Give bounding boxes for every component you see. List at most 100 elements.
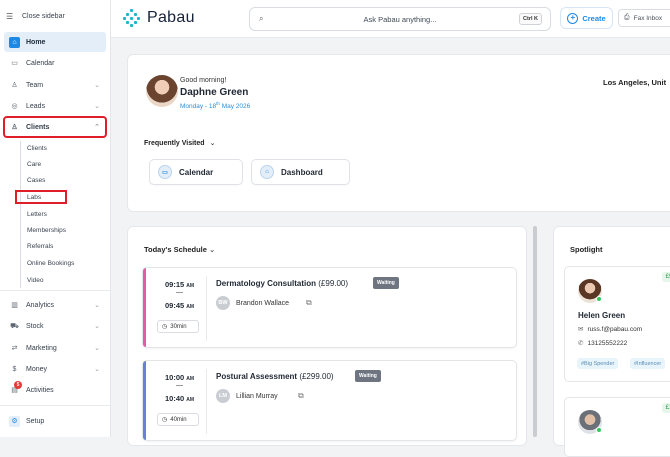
clock-icon: ◷ bbox=[162, 324, 168, 330]
chevron-down-icon: ⌄ bbox=[94, 82, 100, 89]
duration-badge: ◷ 30min bbox=[157, 320, 199, 333]
chevron-down-icon: ⌄ bbox=[209, 245, 216, 254]
tag-chip: #Influencer bbox=[630, 358, 666, 369]
chevron-down-icon: ⌄ bbox=[94, 323, 100, 330]
dashboard-icon: ⌂ bbox=[260, 165, 274, 179]
quick-link-dashboard-label: Dashboard bbox=[281, 167, 323, 177]
menu-icon: ☰ bbox=[6, 12, 14, 21]
shortcut-hint: Ctrl K bbox=[519, 13, 542, 25]
brand-name: Pabau bbox=[147, 9, 195, 26]
time-separator: — bbox=[176, 382, 183, 389]
nav-stock[interactable]: ⛟ Stock ⌄ bbox=[4, 316, 106, 336]
nav-setup[interactable]: ⚙ Setup bbox=[4, 411, 106, 431]
client-avatar: LM bbox=[216, 389, 230, 403]
appointment-accent bbox=[143, 361, 146, 440]
frequently-visited-toggle[interactable]: Frequently Visited ⌄ bbox=[144, 139, 215, 147]
brand-logo[interactable]: Pabau bbox=[123, 9, 195, 27]
greeting-card: Good morning! Daphne Green Monday - 18th… bbox=[127, 54, 670, 212]
nav-calendar[interactable]: ▭ Calendar bbox=[4, 53, 106, 73]
client-name: Helen Green bbox=[578, 311, 626, 320]
sub-video[interactable]: Video bbox=[27, 277, 44, 284]
client-avatar: BW bbox=[216, 296, 230, 310]
sub-letters[interactable]: Letters bbox=[27, 211, 47, 218]
online-indicator bbox=[596, 296, 602, 302]
topbar: Pabau ⌕ Ask Pabau anything... Ctrl K + C… bbox=[111, 0, 670, 38]
sub-care[interactable]: Care bbox=[27, 161, 41, 168]
nav-home[interactable]: ⌂ Home bbox=[4, 32, 106, 52]
greeting-salutation: Good morning! bbox=[180, 77, 227, 84]
nav-home-label: Home bbox=[26, 38, 46, 46]
time-separator: — bbox=[176, 289, 183, 296]
appointment-service: Postural Assessment (£299.00) bbox=[216, 372, 334, 381]
nav-analytics[interactable]: ▥ Analytics ⌄ bbox=[4, 295, 106, 315]
sub-memberships[interactable]: Memberships bbox=[27, 227, 66, 234]
schedule-title: Today's Schedule bbox=[144, 245, 207, 254]
nav-money-label: Money bbox=[26, 365, 48, 373]
spotlight-person-card[interactable]: £160 bbox=[564, 397, 670, 457]
client-name[interactable]: Brandon Wallace bbox=[236, 300, 289, 307]
appointment-end-time: 10:40 AM bbox=[165, 394, 195, 403]
chevron-down-icon: ⌄ bbox=[94, 103, 100, 110]
chevron-down-icon: ⌄ bbox=[209, 140, 216, 147]
divider bbox=[206, 369, 207, 434]
location-label[interactable]: Los Angeles, Unit bbox=[603, 78, 666, 87]
calendar-icon: ▭ bbox=[158, 165, 172, 179]
close-sidebar-button[interactable]: ☰ Close sidebar bbox=[0, 0, 110, 33]
spotlight-card: Spotlight £984 Helen Green ✉russ.f@pabau… bbox=[553, 226, 670, 457]
quick-link-calendar[interactable]: ▭ Calendar bbox=[149, 159, 243, 185]
appointment-accent bbox=[143, 268, 146, 347]
marketing-icon: ⇄ bbox=[11, 345, 18, 352]
phone-icon: ✆ bbox=[578, 340, 584, 347]
schedule-toggle[interactable]: Today's Schedule ⌄ bbox=[144, 245, 215, 254]
quick-link-dashboard[interactable]: ⌂ Dashboard bbox=[251, 159, 350, 185]
close-sidebar-label: Close sidebar bbox=[22, 13, 65, 20]
clients-icon: ♙ bbox=[11, 124, 18, 131]
frequently-visited-title: Frequently Visited bbox=[144, 140, 205, 147]
nav-clients-label: Clients bbox=[26, 123, 50, 131]
nav-money[interactable]: $ Money ⌄ bbox=[4, 359, 106, 379]
scrollbar[interactable] bbox=[533, 226, 537, 437]
duration-badge: ◷ 40min bbox=[157, 413, 199, 426]
appointment-card[interactable]: 09:15 AM — 09:45 AM ◷ 30min Dermatology C… bbox=[142, 267, 517, 348]
leads-icon: ◎ bbox=[11, 103, 18, 110]
status-badge: Waiting bbox=[373, 277, 399, 289]
sub-online-bookings[interactable]: Online Bookings bbox=[27, 260, 74, 267]
stock-icon: ⛟ bbox=[10, 322, 19, 330]
nav-marketing[interactable]: ⇄ Marketing ⌄ bbox=[4, 338, 106, 358]
sub-cases[interactable]: Cases bbox=[27, 177, 45, 184]
fax-inbox-button[interactable]: ⎙ Fax Inbox bbox=[618, 9, 670, 27]
user-name: Daphne Green bbox=[180, 87, 249, 98]
sub-referrals[interactable]: Referrals bbox=[27, 243, 53, 250]
quick-link-calendar-label: Calendar bbox=[179, 167, 214, 177]
chevron-down-icon: ⌄ bbox=[94, 302, 100, 309]
appointment-card[interactable]: 10:00 AM — 10:40 AM ◷ 40min Postural Asse… bbox=[142, 360, 517, 441]
schedule-card: Today's Schedule ⌄ 09:15 AM — 09:45 AM ◷… bbox=[127, 226, 527, 446]
chevron-down-icon: ⌄ bbox=[94, 366, 100, 373]
divider bbox=[206, 276, 207, 341]
external-link-icon[interactable]: ⧉ bbox=[298, 391, 304, 401]
sub-clients[interactable]: Clients bbox=[27, 145, 47, 152]
fax-icon: ⎙ bbox=[624, 14, 630, 21]
nav-clients[interactable]: ♙ Clients ⌃ bbox=[3, 116, 107, 138]
spotlight-title: Spotlight bbox=[570, 245, 603, 254]
home-icon: ⌂ bbox=[9, 36, 20, 48]
submenu-guide bbox=[20, 141, 21, 288]
calendar-icon: ▭ bbox=[11, 60, 18, 67]
money-icon: $ bbox=[12, 365, 17, 373]
nav-team[interactable]: ♙ Team ⌄ bbox=[4, 75, 106, 95]
user-avatar[interactable] bbox=[146, 75, 178, 107]
setup-icon: ⚙ bbox=[9, 415, 20, 427]
spotlight-person-card[interactable]: £984 Helen Green ✉russ.f@pabau.com ✆1312… bbox=[564, 266, 670, 382]
spend-badge: £160 bbox=[661, 403, 670, 413]
client-name[interactable]: Lillian Murray bbox=[236, 393, 278, 400]
external-link-icon[interactable]: ⧉ bbox=[306, 298, 312, 308]
divider bbox=[0, 405, 111, 406]
nav-leads[interactable]: ◎ Leads ⌄ bbox=[4, 96, 106, 116]
sub-labs[interactable]: Labs bbox=[27, 194, 41, 201]
create-button[interactable]: + Create bbox=[560, 7, 613, 29]
client-email: ✉ russ.f@pabau.com bbox=[578, 325, 643, 334]
chevron-up-icon: ⌃ bbox=[94, 124, 100, 131]
search-input[interactable]: ⌕ Ask Pabau anything... Ctrl K bbox=[249, 7, 551, 31]
clock-icon: ◷ bbox=[162, 417, 168, 423]
sidebar: ☰ Close sidebar ⌂ Home ▭ Calendar ♙ Team… bbox=[0, 0, 111, 437]
